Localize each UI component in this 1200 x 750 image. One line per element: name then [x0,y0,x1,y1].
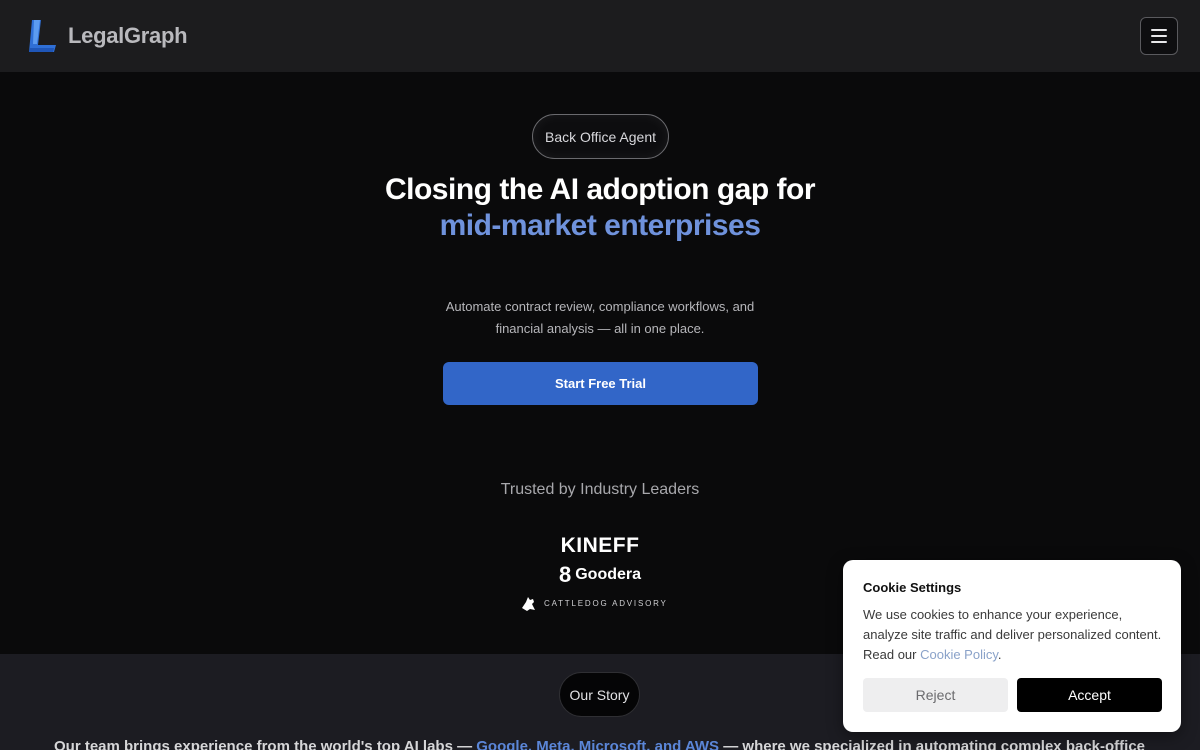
cookie-dialog-title: Cookie Settings [863,580,962,595]
story-text-after: — where we specialized in automating com… [719,738,1146,750]
site-header: LegalGraph [0,0,1200,72]
kineff-logo: KINEFF [560,534,640,557]
headline-line-1: Closing the AI adoption gap for [384,173,816,206]
story-paragraph: Our team brings experience from the worl… [54,738,1145,750]
brand-name: LegalGraph [68,23,188,48]
legalgraph-logo-icon [29,20,56,52]
goodera-wordmark: Goodera [575,566,642,583]
trusted-heading: Trusted by Industry Leaders [500,481,700,498]
cattledog-wordmark: CATTLEDOG ADVISORY [544,598,668,608]
cookie-body-end: . [997,647,1002,662]
accept-cookies-button[interactable]: Accept [1017,678,1162,712]
story-text-before: Our team brings experience from the worl… [54,738,477,750]
dog-icon [522,597,535,611]
reject-cookies-button[interactable]: Reject [863,678,1008,712]
hero-subtext: Automate contract review, compliance wor… [445,299,755,336]
start-free-trial-button[interactable]: Start Free Trial [443,362,758,405]
story-labs-link[interactable]: Google, Meta, Microsoft, and AWS [476,738,719,750]
brand[interactable]: LegalGraph [26,18,188,54]
cookie-policy-link[interactable]: Cookie Policy [920,647,998,662]
hamburger-menu-icon [1151,29,1167,31]
goodera-mark-icon: 8 [558,562,572,587]
cookie-settings-dialog: Cookie Settings We use cookies to enhanc… [843,560,1181,732]
headline-line-2: mid-market enterprises [439,209,761,242]
goodera-logo: 8 Goodera [500,564,700,586]
hamburger-menu-button[interactable] [1140,17,1178,55]
hero-headline: Closing the AI adoption gap for mid-mark… [380,172,820,244]
back-office-agent-badge: Back Office Agent [532,114,669,159]
cookie-body-text: We use cookies to enhance your experienc… [863,607,1162,662]
cattledog-logo: CATTLEDOG ADVISORY [520,594,690,612]
cookie-dialog-body: We use cookies to enhance your experienc… [863,605,1163,665]
our-story-badge: Our Story [559,672,640,717]
